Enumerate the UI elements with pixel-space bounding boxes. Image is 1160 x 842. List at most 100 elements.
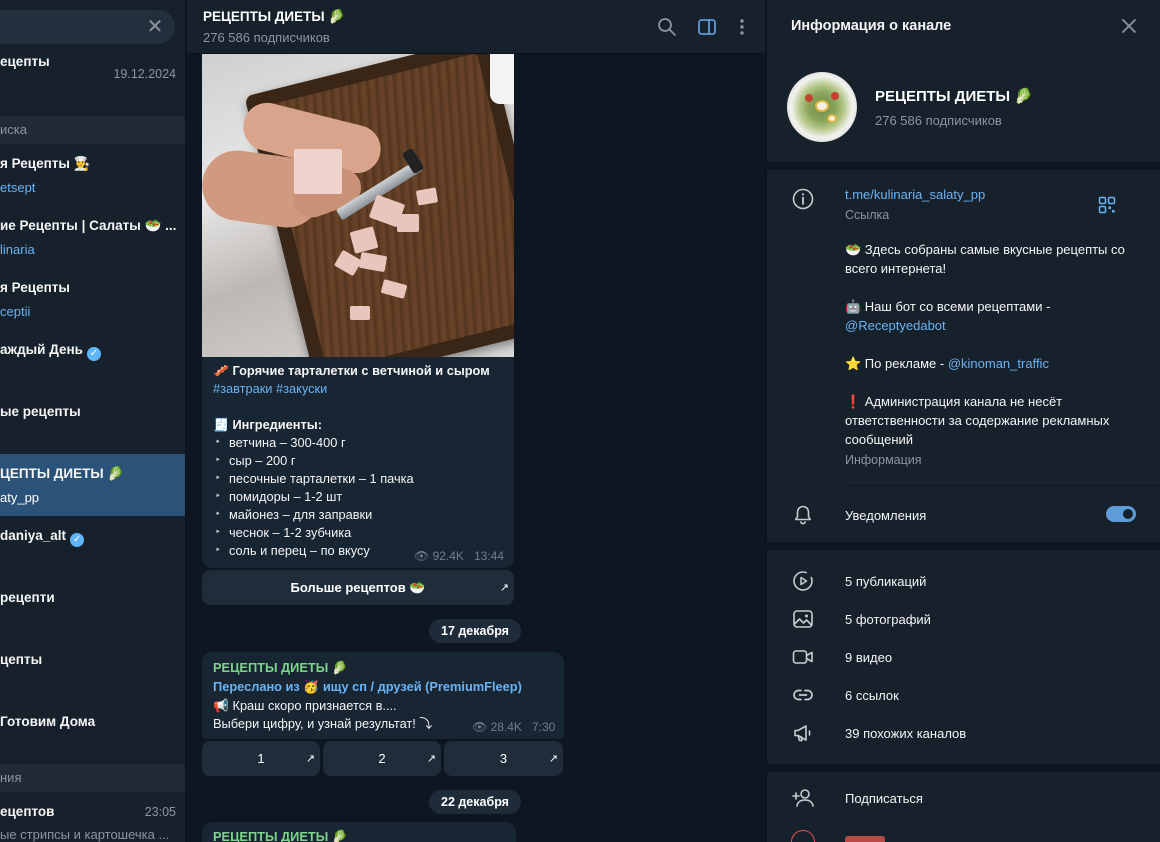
chat-list-item[interactable]: я Рецепты ceptii [0, 268, 185, 330]
choice-label: 2 [378, 751, 386, 766]
chat-list-item[interactable]: ие Рецепты | Салаты 🥗 ... linaria [0, 206, 185, 268]
chat-list-item[interactable]: ецепты 19.12.2024 [0, 42, 185, 104]
chat-title: рецепти [0, 590, 55, 605]
post-channel-name[interactable]: РЕЦЕПТЫ ДИЕТЫ 🥬 [213, 829, 348, 842]
chat-area: РЕЦЕПТЫ ДИЕТЫ 🥬 276 586 подписчиков � [187, 0, 765, 842]
more-vertical-icon[interactable] [732, 17, 752, 37]
forwarded-from-text: Переслано из 🥳 ищу сп / друзей [213, 679, 422, 694]
post-channel-name[interactable]: РЕЦЕПТЫ ДИЕТЫ 🥬 [213, 660, 348, 676]
channel-avatar[interactable] [787, 72, 857, 142]
bell-icon [795, 505, 811, 525]
sidebar-toggle-icon[interactable] [697, 17, 717, 37]
toggle-knob [1121, 507, 1135, 521]
chat-title: цепты [0, 652, 43, 667]
chat-title-text: daniya_alt [0, 528, 67, 543]
chat-title: ЦЕПТЫ ДИЕТЫ 🥬 [0, 466, 125, 481]
bot-link[interactable]: @Receptyedabot [845, 318, 946, 333]
media-video-row[interactable]: 9 видео [767, 638, 1160, 676]
chat-title-text: аждый День [0, 342, 83, 357]
post-body: 📢 Краш скоро признается в.... Выбери циф… [213, 697, 432, 733]
description-paragraph: ❗ Администрация канала не несёт ответств… [845, 394, 1110, 447]
chat-list-item[interactable]: ые рецепты [0, 392, 185, 454]
chat-username: etsept [0, 180, 36, 195]
ham [350, 306, 370, 320]
report-icon[interactable] [791, 830, 815, 842]
more-recipes-button[interactable]: Больше рецептов 🥗 ↗ [202, 570, 514, 605]
views-count: 28.4K [490, 720, 522, 734]
subscribe-button[interactable]: Подписаться [767, 779, 1160, 817]
choice-button-1[interactable]: 1 ↗ [202, 741, 320, 776]
qr-code-icon[interactable] [1098, 196, 1116, 214]
post-time: 7:30 [531, 720, 556, 734]
divider [767, 162, 1160, 170]
ingredient-item: помидоры – 1-2 шт [213, 488, 508, 506]
chat-list-item[interactable]: ецептов 23:05 ые стрипсы и картошечка ..… [0, 792, 185, 842]
tomato [831, 92, 839, 100]
chat-list-item[interactable]: рецепти [0, 578, 185, 640]
views-icon: 👁 [472, 720, 488, 734]
ingredient-item: песочные тарталетки – 1 пачка [213, 470, 508, 488]
publications-icon [793, 571, 813, 591]
search-icon[interactable] [657, 17, 677, 37]
chat-header-subscribers: 276 586 подписчиков [203, 30, 330, 45]
channel-name: РЕЦЕПТЫ ДИЕТЫ 🥬 [875, 88, 1033, 105]
chat-date: 19.12.2024 [113, 67, 176, 81]
notifications-label: Уведомления [845, 508, 927, 523]
chat-title: ецепты [0, 54, 50, 69]
media-label: 39 похожих каналов [845, 726, 967, 741]
chat-list-item-active[interactable]: ЦЕПТЫ ДИЕТЫ 🥬 aty_pp [0, 454, 185, 516]
chat-header[interactable]: РЕЦЕПТЫ ДИЕТЫ 🥬 276 586 подписчиков [187, 0, 765, 54]
chat-username: ceptii [0, 304, 31, 319]
choice-button-2[interactable]: 2 ↗ [323, 741, 441, 776]
chat-list-item[interactable]: Готовим Дома [0, 702, 185, 764]
description-paragraph: 🤖 Наш бот со всеми рецептами - @Receptyed… [845, 297, 1135, 335]
clear-search-icon[interactable]: ✕ [145, 17, 165, 37]
post-headline: 🥓 Горячие тарталетки с ветчиной и сыром [213, 363, 490, 378]
chat-list-item[interactable]: цепты [0, 640, 185, 702]
chat-header-title: РЕЦЕПТЫ ДИЕТЫ 🥬 [203, 9, 346, 24]
forwarded-from[interactable]: Переслано из 🥳 ищу сп / друзей (PremiumF… [213, 679, 522, 695]
post-photo[interactable] [202, 54, 514, 357]
search-input[interactable]: ✕ [0, 10, 175, 44]
ingredients-list: ветчина – 300-400 г сыр – 200 г песочные… [213, 434, 508, 560]
chat-title: Готовим Дома [0, 714, 96, 729]
media-publications-row[interactable]: 5 публикаций [767, 562, 1160, 600]
channel-subscribers: 276 586 подписчиков [875, 113, 1002, 128]
chat-title: ие Рецепты | Салаты 🥗 ... [0, 218, 177, 233]
divider [767, 764, 1160, 772]
forwarded-post[interactable]: РЕЦЕПТЫ ДИЕТЫ 🥬 Переслано из 🥳 ищу сп / … [202, 652, 564, 739]
chat-list-item[interactable]: daniya_alt ✓ [0, 516, 185, 578]
choice-label: 1 [257, 751, 265, 766]
notifications-toggle[interactable] [1106, 506, 1136, 522]
media-similar-channels-row[interactable]: 39 похожих каналов [767, 714, 1160, 752]
post-line: 📢 Краш скоро признается в.... [213, 698, 397, 713]
description-paragraph: ⭐ По рекламе - @kinoman_traffic [845, 354, 1135, 373]
ingredient-item: майонез – для заправки [213, 506, 508, 524]
ham [397, 214, 419, 232]
post-hashtags[interactable]: #завтраки #закуски [213, 380, 508, 398]
divider [845, 485, 1160, 486]
channel-post[interactable]: 🥓 Горячие тарталетки с ветчиной и сыром … [202, 54, 514, 568]
description-label: Информация [845, 453, 922, 467]
verified-icon: ✓ [86, 347, 101, 361]
views-count: 92.4K [432, 549, 464, 563]
chat-list-item[interactable]: я Рецепты 👨‍🍳 etsept [0, 144, 185, 206]
channel-link[interactable]: t.me/kulinaria_salaty_pp [845, 187, 985, 202]
verified-icon: ✓ [70, 533, 85, 547]
close-icon[interactable] [1118, 15, 1140, 37]
views-icon: 👁 [414, 549, 430, 563]
links-icon [793, 689, 813, 701]
report-label-partial[interactable] [845, 836, 885, 842]
ads-link[interactable]: @kinoman_traffic [948, 356, 1049, 371]
chat-last-message: ые стрипсы и картошечка ... [0, 827, 170, 842]
divider [767, 542, 1160, 550]
media-links-row[interactable]: 6 ссылок [767, 676, 1160, 714]
choice-button-3[interactable]: 3 ↗ [444, 741, 563, 776]
channel-post[interactable]: РЕЦЕПТЫ ДИЕТЫ 🥬 [202, 822, 516, 842]
media-photos-row[interactable]: 5 фотографий [767, 600, 1160, 638]
media-label: 9 видео [845, 650, 893, 665]
bowl [490, 54, 514, 104]
video-icon [792, 650, 813, 664]
post-time: 13:44 [473, 549, 504, 563]
chat-list-item[interactable]: аждый День ✓ [0, 330, 185, 392]
